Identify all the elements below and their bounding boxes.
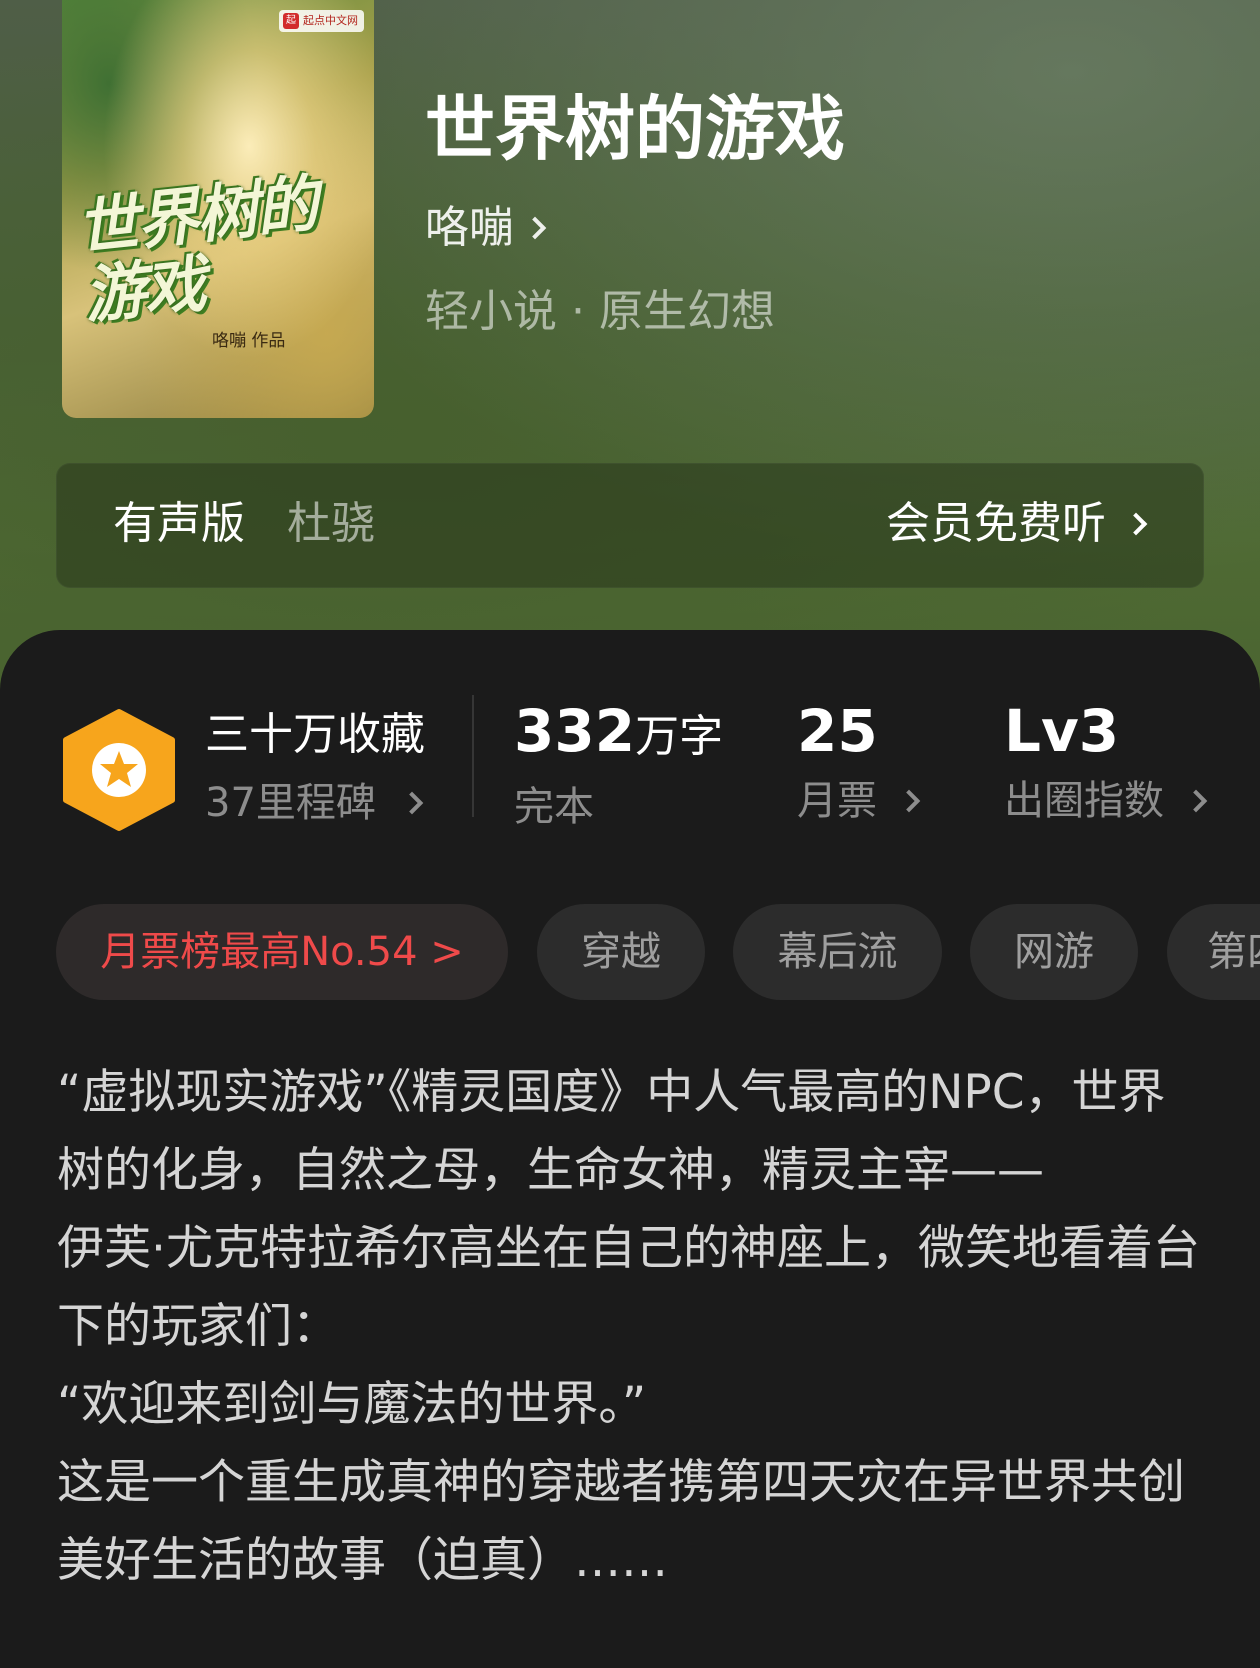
synopsis-paragraph: “虚拟现实游戏”《精灵国度》中人气最高的NPC，世界树的化身，自然之母，生命女神… — [57, 1065, 1166, 1198]
book-header: 起 起点中文网 世界树的游戏 咯嘣 作品 世界树的游戏 咯嘣 轻小说 · 原生幻… — [0, 0, 1260, 720]
book-synopsis[interactable]: “虚拟现实游戏”《精灵国度》中人气最高的NPC，世界树的化身，自然之母，生命女神… — [57, 1054, 1207, 1600]
chevron-right-icon — [523, 216, 547, 240]
tag-time-travel[interactable]: 穿越 — [537, 904, 705, 1000]
tag-rank-monthly-votes[interactable]: 月票榜最高No.54 > — [56, 904, 508, 1000]
synopsis-paragraph: “欢迎来到剑与魔法的世界。” — [57, 1377, 647, 1432]
stats-divider — [472, 695, 474, 817]
member-free-listen-button[interactable]: 会员免费听 — [886, 496, 1148, 552]
completion-status: 完本 — [514, 784, 594, 830]
influence-index-stat[interactable]: Lv3 出圈指数 — [1004, 695, 1208, 829]
chevron-right-icon — [897, 789, 921, 813]
synopsis-paragraph: 伊芙·尤克特拉希尔高坐在自己的神座上，微笑地看着台下的玩家们： — [57, 1221, 1200, 1354]
favorites-count[interactable]: 三十万收藏 — [205, 707, 425, 763]
monthly-votes-value: 25 — [797, 697, 878, 765]
qidian-logo-icon: 起 — [283, 13, 299, 29]
chevron-right-icon — [1184, 789, 1208, 813]
cover-title: 世界树的游戏 — [73, 166, 320, 333]
word-count-stat: 332万字 完本 — [514, 695, 723, 835]
monthly-votes-stat[interactable]: 25 月票 — [797, 695, 921, 829]
member-free-listen-label: 会员免费听 — [886, 498, 1106, 549]
milestone-link[interactable]: 37里程碑 — [205, 775, 424, 831]
audio-narrator: 杜骁 — [287, 498, 375, 549]
tag-behind-scenes[interactable]: 幕后流 — [733, 904, 942, 1000]
audio-version-label: 有声版 — [113, 498, 245, 549]
chevron-right-icon — [400, 791, 424, 815]
influence-index-value: Lv3 — [1004, 697, 1120, 765]
star-hexagon-icon[interactable] — [62, 708, 176, 832]
word-count-value: 332 — [514, 697, 636, 765]
cover-author-credit: 咯嘣 作品 — [212, 331, 286, 351]
synopsis-paragraph: 这是一个重生成真神的穿越者携第四天灾在异世界共创美好生活的故事（迫真）…… — [57, 1455, 1185, 1588]
genre-label: 轻小说 · 原生幻想 — [425, 286, 775, 337]
audio-version-bar[interactable]: 有声版 杜骁 会员免费听 — [56, 463, 1204, 588]
book-cover[interactable]: 起 起点中文网 世界树的游戏 咯嘣 作品 — [62, 0, 374, 418]
tag-list: 月票榜最高No.54 > 穿越 幕后流 网游 第四天灾 — [56, 904, 1260, 1000]
chevron-right-icon — [1124, 512, 1148, 536]
tag-fourth-calamity[interactable]: 第四天灾 — [1167, 904, 1260, 1000]
influence-index-label: 出圈指数 — [1004, 778, 1164, 824]
author-link[interactable]: 咯嘣 — [425, 200, 547, 256]
publisher-badge-label: 起点中文网 — [303, 14, 358, 27]
tag-online-game[interactable]: 网游 — [970, 904, 1138, 1000]
milestone-label: 37里程碑 — [205, 780, 376, 826]
monthly-votes-label: 月票 — [797, 778, 877, 824]
publisher-badge: 起 起点中文网 — [279, 10, 364, 32]
word-count-unit: 万字 — [635, 711, 724, 762]
author-name: 咯嘣 — [425, 202, 513, 253]
book-title: 世界树的游戏 — [425, 87, 845, 170]
